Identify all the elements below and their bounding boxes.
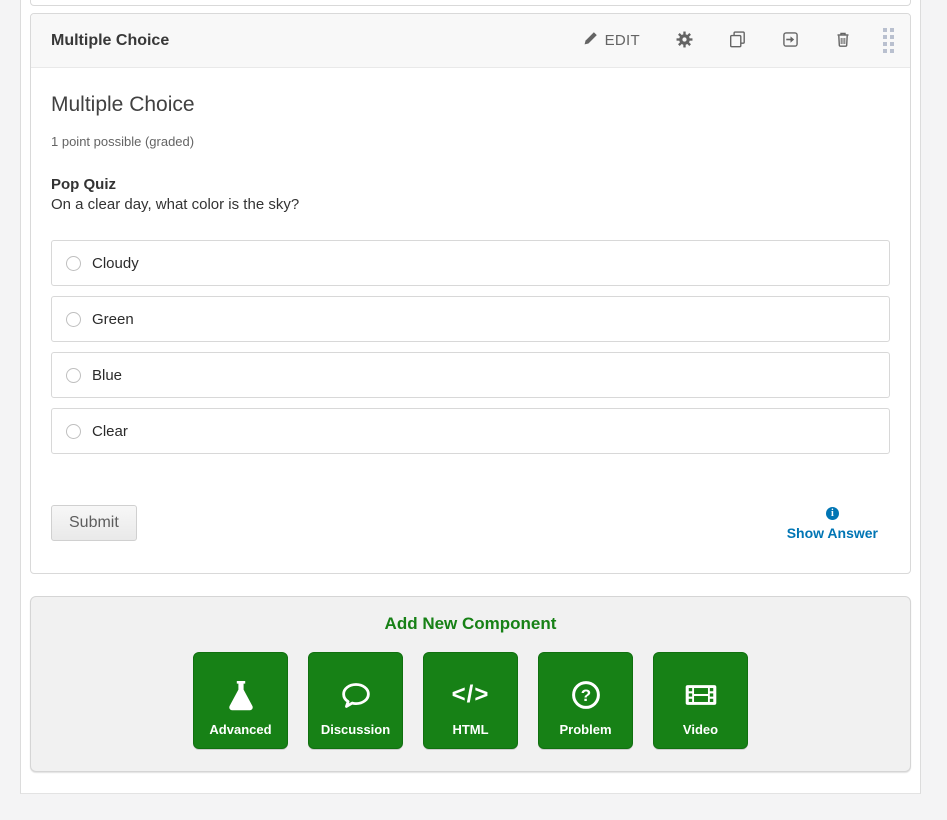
add-button-label: Problem: [559, 722, 611, 737]
submit-button[interactable]: Submit: [51, 505, 137, 541]
add-problem-button[interactable]: ? Problem: [538, 652, 633, 749]
edit-button-label: EDIT: [605, 32, 640, 49]
add-discussion-button[interactable]: Discussion: [308, 652, 403, 749]
pencil-icon: [583, 31, 605, 50]
add-html-button[interactable]: </> HTML: [423, 652, 518, 749]
flask-icon: [225, 668, 257, 722]
content-panel: Multiple Choice EDIT: [20, 0, 921, 794]
add-component-buttons: Advanced Discussion </> HTML: [31, 652, 910, 749]
option-label: Green: [92, 311, 134, 328]
add-video-button[interactable]: Video: [653, 652, 748, 749]
add-new-component-panel: Add New Component Advanced Discussion: [30, 596, 911, 772]
film-icon: [684, 668, 718, 722]
info-icon: i: [826, 507, 839, 520]
radio-button[interactable]: [66, 368, 81, 383]
radio-button[interactable]: [66, 424, 81, 439]
svg-text:?: ?: [580, 686, 590, 705]
show-answer-button[interactable]: i Show Answer: [787, 507, 878, 541]
previous-component-edge: [30, 0, 911, 6]
duplicate-icon: [729, 31, 746, 51]
problem-preview: Multiple Choice 1 point possible (graded…: [31, 68, 910, 573]
settings-button[interactable]: [670, 27, 699, 55]
radio-button[interactable]: [66, 312, 81, 327]
speech-bubble-icon: [340, 668, 372, 722]
add-new-component-title: Add New Component: [31, 614, 910, 634]
show-answer-label: Show Answer: [787, 525, 878, 541]
code-icon: </>: [452, 668, 490, 722]
question-circle-icon: ?: [570, 668, 602, 722]
component-controls: EDIT: [553, 25, 898, 56]
problem-actions: Submit i Show Answer: [51, 505, 890, 541]
move-button[interactable]: [776, 27, 805, 55]
answer-option-green[interactable]: Green: [51, 296, 890, 342]
delete-button[interactable]: [829, 27, 857, 55]
add-button-label: Discussion: [321, 722, 390, 737]
question-title: Pop Quiz: [51, 176, 890, 193]
radio-button[interactable]: [66, 256, 81, 271]
add-button-label: Video: [683, 722, 718, 737]
duplicate-button[interactable]: [723, 27, 752, 55]
drag-handle-icon[interactable]: [879, 25, 898, 56]
edit-button[interactable]: EDIT: [577, 27, 646, 54]
component-title: Multiple Choice: [51, 32, 169, 50]
add-button-label: Advanced: [209, 722, 271, 737]
problem-points: 1 point possible (graded): [51, 134, 890, 149]
option-label: Clear: [92, 423, 128, 440]
answer-option-blue[interactable]: Blue: [51, 352, 890, 398]
gear-icon: [676, 31, 693, 51]
add-advanced-button[interactable]: Advanced: [193, 652, 288, 749]
component-header: Multiple Choice EDIT: [31, 14, 910, 68]
answer-options: Cloudy Green Blue Clear: [51, 240, 890, 454]
multiple-choice-component: Multiple Choice EDIT: [30, 13, 911, 574]
answer-option-clear[interactable]: Clear: [51, 408, 890, 454]
answer-option-cloudy[interactable]: Cloudy: [51, 240, 890, 286]
option-label: Cloudy: [92, 255, 139, 272]
option-label: Blue: [92, 367, 122, 384]
add-button-label: HTML: [452, 722, 488, 737]
question-text: On a clear day, what color is the sky?: [51, 196, 890, 213]
problem-heading: Multiple Choice: [51, 93, 890, 117]
move-icon: [782, 31, 799, 51]
trash-icon: [835, 31, 851, 51]
